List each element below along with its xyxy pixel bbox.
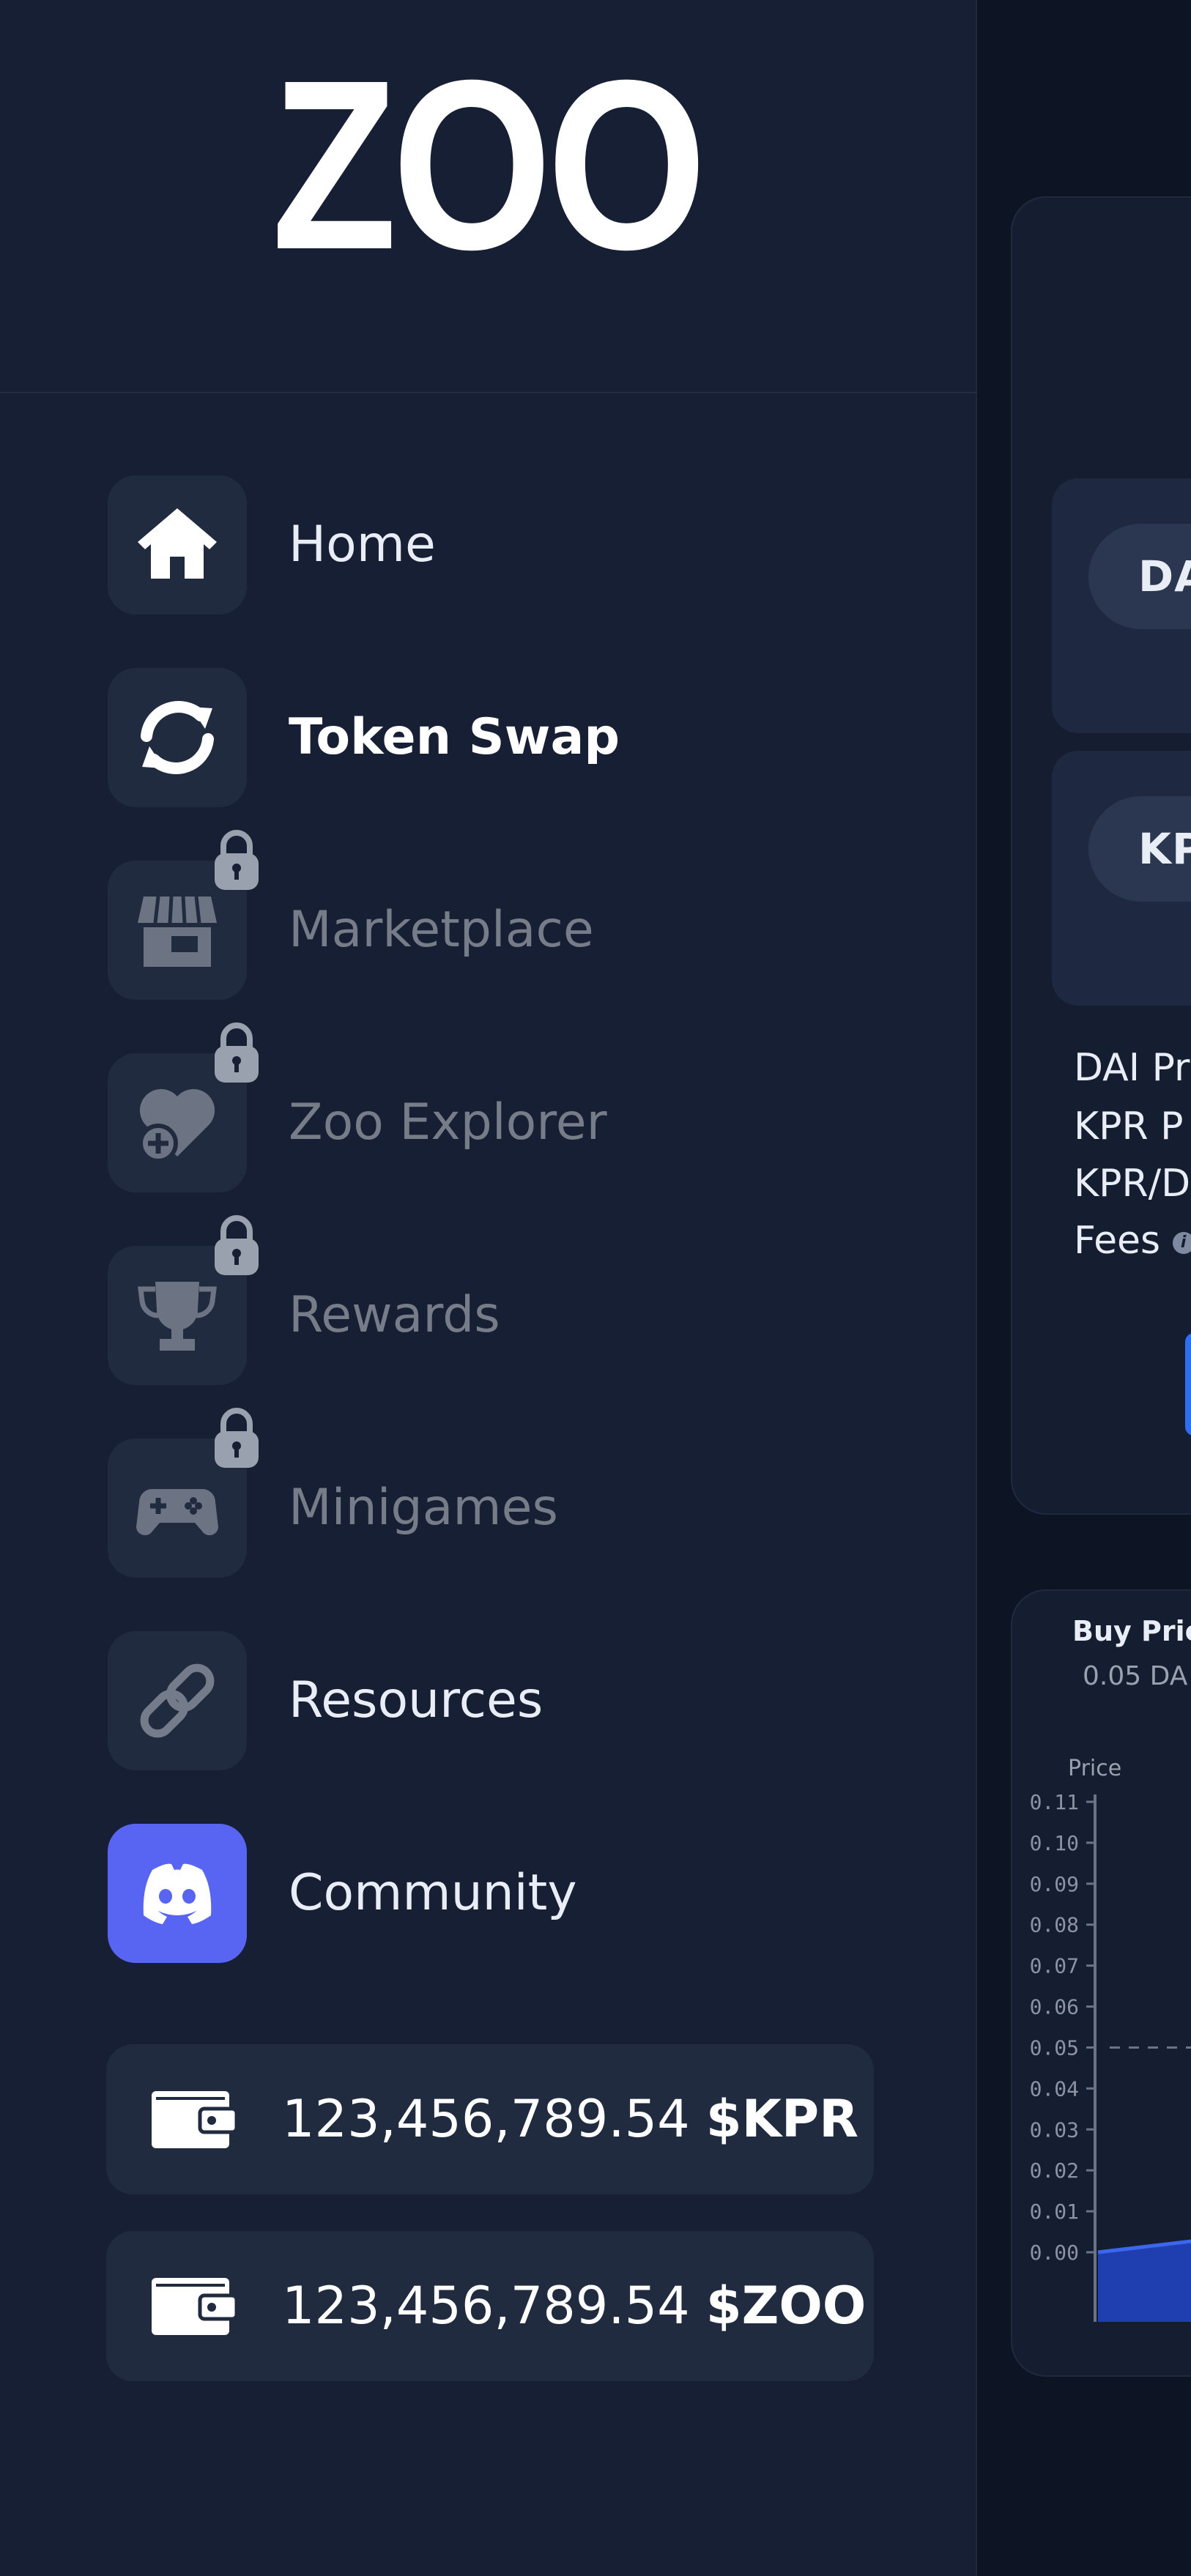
info-icon[interactable]: i	[1172, 1232, 1191, 1254]
kpr-price-label: KPR P	[1074, 1105, 1184, 1148]
chart-y-tick-label: 0.06	[1030, 1995, 1079, 2019]
chart-subtitle: 0.05 DA	[1083, 1661, 1188, 1691]
chart-y-tick-label: 0.11	[1030, 1790, 1079, 1814]
lock-icon	[215, 1215, 259, 1275]
wallet-amount: 123,456,789.54	[282, 2089, 690, 2149]
nav-label-resources: Resources	[289, 1671, 543, 1729]
to-token-selector[interactable]: KP	[1088, 796, 1191, 902]
nav-label-token-swap: Token Swap	[289, 708, 620, 766]
nav-item-community[interactable]: Community	[108, 1824, 913, 1963]
nav-label-marketplace: Marketplace	[289, 901, 594, 959]
wallet-kpr[interactable]: 123,456,789.54 $KPR	[106, 2044, 874, 2194]
nav-label-home: Home	[289, 516, 436, 574]
wallet-symbol: $ZOO	[705, 2276, 867, 2336]
price-chart: Buy Pric 0.05 DA Price 0.11 0.10 0.09 0.08 0…	[1030, 1615, 1191, 2322]
store-icon	[138, 896, 217, 967]
zoo-logo[interactable]: ZOO	[72, 44, 902, 286]
chart-y-tick-label: 0.05	[1030, 2035, 1079, 2060]
heart-plus-icon	[138, 1088, 215, 1163]
swap-icon	[141, 701, 214, 774]
lock-icon	[215, 830, 259, 890]
trophy-icon	[138, 1282, 217, 1351]
from-token-selector[interactable]: DA	[1088, 524, 1191, 629]
nav-label-zoo-explorer: Zoo Explorer	[289, 1094, 607, 1151]
chart-title: Buy Pric	[1072, 1615, 1191, 1647]
home-icon	[138, 508, 217, 579]
nav-item-token-swap[interactable]: Token Swap	[108, 668, 913, 807]
main-content: DA KP DAI Pr KPR P KPR/D Fees i Buy Pric…	[977, 0, 1191, 2576]
swap-button[interactable]	[1185, 1333, 1191, 1436]
dai-price-label: DAI Pr	[1074, 1046, 1190, 1090]
fees-row: Fees i	[1074, 1219, 1191, 1263]
chart-y-tick-label: 0.00	[1030, 2241, 1079, 2265]
nav-label-community: Community	[289, 1864, 577, 1922]
chart-y-tick-label: 0.02	[1030, 2159, 1079, 2183]
nav-item-resources[interactable]: Resources	[108, 1631, 913, 1770]
to-token-box[interactable]: KP	[1052, 751, 1191, 1006]
chart-y-tick-label: 0.10	[1030, 1831, 1079, 1855]
nav-item-zoo-explorer[interactable]: Zoo Explorer	[108, 1022, 913, 1192]
chart-y-axis-label: Price	[1068, 1756, 1121, 1781]
discord-icon	[143, 1863, 212, 1924]
chart-y-tick-label: 0.09	[1030, 1872, 1079, 1896]
nav-item-minigames[interactable]: Minigames	[108, 1408, 913, 1578]
wallet-amount: 123,456,789.54	[282, 2276, 690, 2336]
lock-icon	[215, 1408, 259, 1468]
link-icon	[140, 1663, 215, 1738]
fees-label: Fees	[1074, 1219, 1161, 1263]
chart-y-tick-label: 0.01	[1030, 2200, 1079, 2224]
wallet-zoo[interactable]: 123,456,789.54 $ZOO	[106, 2231, 874, 2381]
chart-y-tick-label: 0.07	[1030, 1954, 1079, 1978]
price-chart-card: Buy Pric 0.05 DA Price 0.11 0.10 0.09 0.08 0…	[1011, 1589, 1191, 2377]
kpr-dai-label: KPR/D	[1074, 1162, 1191, 1206]
wallet-icon	[152, 2278, 237, 2335]
gamepad-icon	[136, 1489, 218, 1536]
nav-item-home[interactable]: Home	[108, 475, 913, 615]
nav-label-rewards: Rewards	[289, 1286, 500, 1344]
wallet-icon	[152, 2091, 237, 2148]
nav-item-marketplace[interactable]: Marketplace	[108, 830, 913, 1000]
logo-area: ZOO	[0, 0, 977, 393]
from-token-box[interactable]: DA	[1052, 478, 1191, 733]
lock-icon	[215, 1022, 259, 1083]
nav-label-minigames: Minigames	[289, 1479, 558, 1537]
nav-item-rewards[interactable]: Rewards	[108, 1215, 913, 1385]
chart-y-tick-label: 0.08	[1030, 1913, 1079, 1937]
sidebar: ZOO Home Token Swap Marketplace Zoo Expl…	[0, 0, 977, 2576]
wallet-symbol: $KPR	[705, 2089, 859, 2149]
chart-y-tick-label: 0.04	[1030, 2076, 1079, 2101]
chart-y-tick-label: 0.03	[1030, 2117, 1079, 2142]
